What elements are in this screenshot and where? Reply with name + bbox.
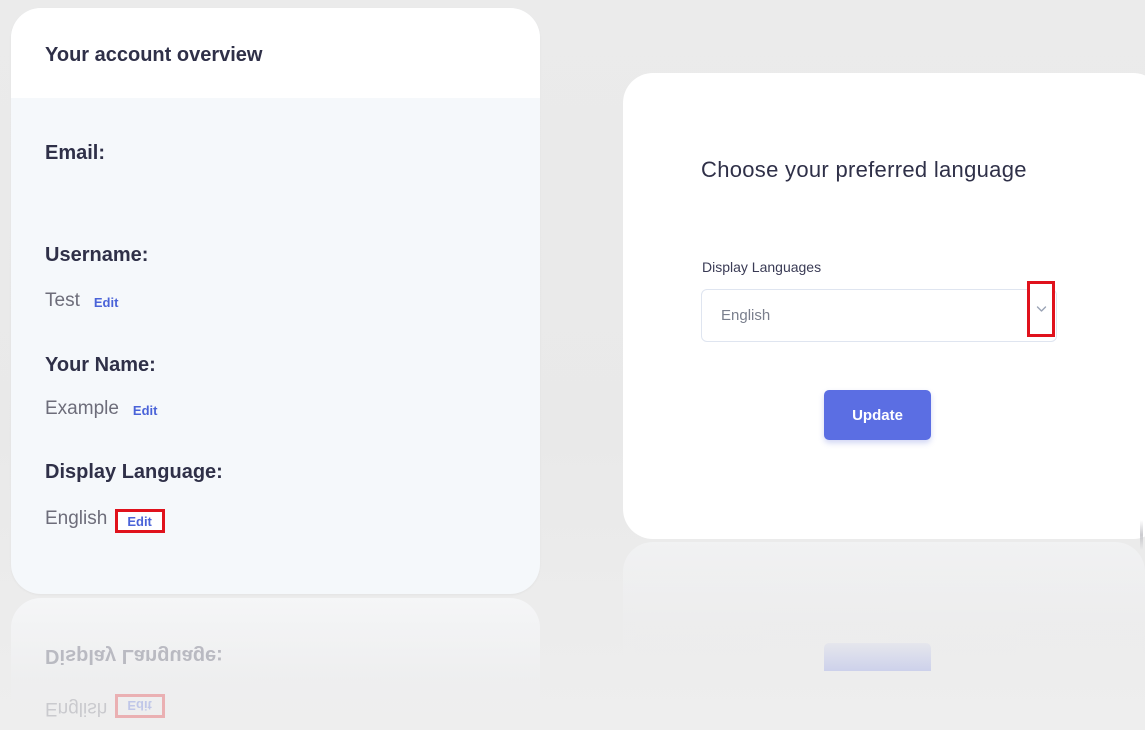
update-button[interactable]: Update xyxy=(824,390,931,440)
username-value: Test xyxy=(45,290,80,311)
edge-divider xyxy=(1140,520,1143,550)
reflection-edit-link: Edit xyxy=(115,694,165,718)
account-overview-title: Your account overview xyxy=(11,8,540,98)
reflection-mirror: English Edit Display Language: xyxy=(45,598,345,728)
dropdown-toggle[interactable] xyxy=(1027,281,1055,337)
name-label: Your Name: xyxy=(45,354,156,376)
email-label: Email: xyxy=(45,142,106,164)
overview-card-reflection: English Edit Display Language: xyxy=(11,598,540,730)
language-heading: Choose your preferred language xyxy=(701,157,1027,182)
language-card-reflection xyxy=(623,542,1145,682)
display-language-label: Display Language: xyxy=(45,461,223,483)
display-language-row: English Edit xyxy=(45,505,165,533)
edit-name-link[interactable]: Edit xyxy=(133,403,158,418)
username-row: Test Edit xyxy=(45,290,118,312)
selected-language-value: English xyxy=(721,307,771,324)
chevron-down-icon xyxy=(1036,306,1046,312)
edit-display-language-link[interactable]: Edit xyxy=(115,509,165,533)
language-preference-card: Choose your preferred language Display L… xyxy=(623,73,1145,539)
username-label: Username: xyxy=(45,244,149,266)
display-languages-label: Display Languages xyxy=(702,259,822,275)
reflection-language-label: Display Language: xyxy=(45,645,223,667)
reflection-update-button xyxy=(824,643,931,671)
name-row: Example Edit xyxy=(45,398,157,420)
name-value: Example xyxy=(45,398,119,419)
edit-username-link[interactable]: Edit xyxy=(94,295,119,310)
reflection-language-value: English xyxy=(45,698,108,719)
account-overview-card: Your account overview Email: Username: T… xyxy=(11,8,540,594)
display-language-select[interactable]: English xyxy=(701,281,1057,342)
reflection-language-row: English Edit xyxy=(45,694,165,722)
display-language-value: English xyxy=(45,508,108,529)
